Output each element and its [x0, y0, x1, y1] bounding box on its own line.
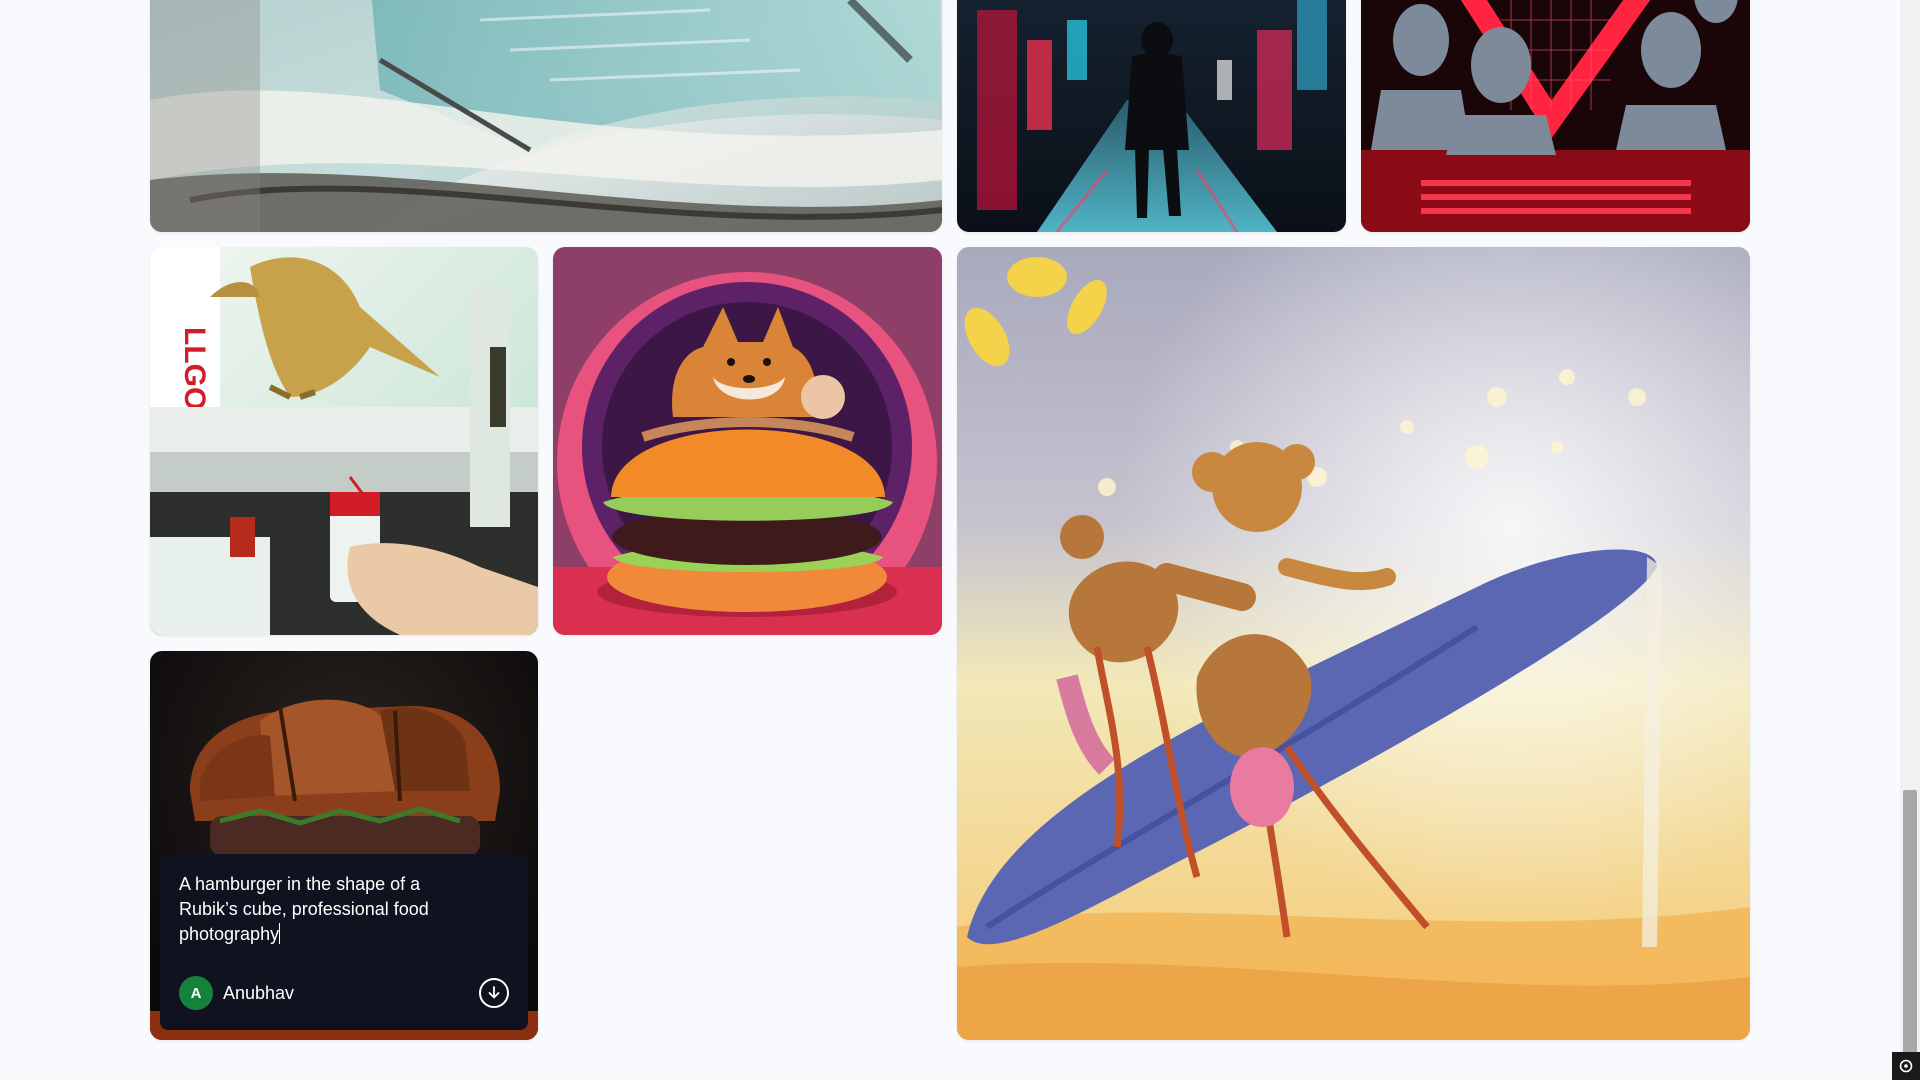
image-prompt-text: A hamburger in the shape of a Rubik’s cu…	[179, 874, 429, 944]
image-gallery-grid: LLGO A hamburger in the shape of a Rubik…	[0, 0, 1900, 1080]
corner-extension-button[interactable]	[1892, 1052, 1920, 1080]
escalator-image	[150, 0, 942, 232]
vertical-scrollbar[interactable]	[1900, 0, 1920, 1080]
author-name: Anubhav	[223, 982, 295, 1003]
gallery-card-shiba-burger[interactable]	[553, 247, 942, 635]
gallery-card-dinosaur-soda[interactable]: LLGO	[150, 247, 538, 635]
shiba-burger-image	[553, 247, 942, 635]
download-icon	[488, 986, 500, 999]
gallery-card-escalator[interactable]	[150, 0, 942, 232]
image-hover-overlay: A hamburger in the shape of a Rubik’s cu…	[160, 854, 528, 1030]
svg-text:LLGO: LLGO	[178, 327, 211, 410]
gallery-card-rubik-burger[interactable]: A hamburger in the shape of a Rubik’s cu…	[150, 651, 538, 1040]
scrollbar-thumb[interactable]	[1903, 790, 1917, 1055]
gallery-card-neon-faces[interactable]	[1361, 0, 1750, 232]
text-caret	[279, 923, 281, 944]
download-button[interactable]	[479, 978, 509, 1008]
gallery-card-neon-alley[interactable]	[957, 0, 1346, 232]
neon-faces-image	[1361, 0, 1750, 232]
dinosaur-soda-image: LLGO	[150, 247, 538, 635]
neon-alley-image	[957, 0, 1346, 232]
author-row: A Anubhav	[179, 976, 509, 1010]
gallery-card-mice-surfboard[interactable]	[957, 247, 1750, 1040]
target-icon	[1899, 1059, 1913, 1073]
author-avatar: A	[179, 976, 213, 1010]
mice-surfboard-image	[957, 247, 1750, 1040]
